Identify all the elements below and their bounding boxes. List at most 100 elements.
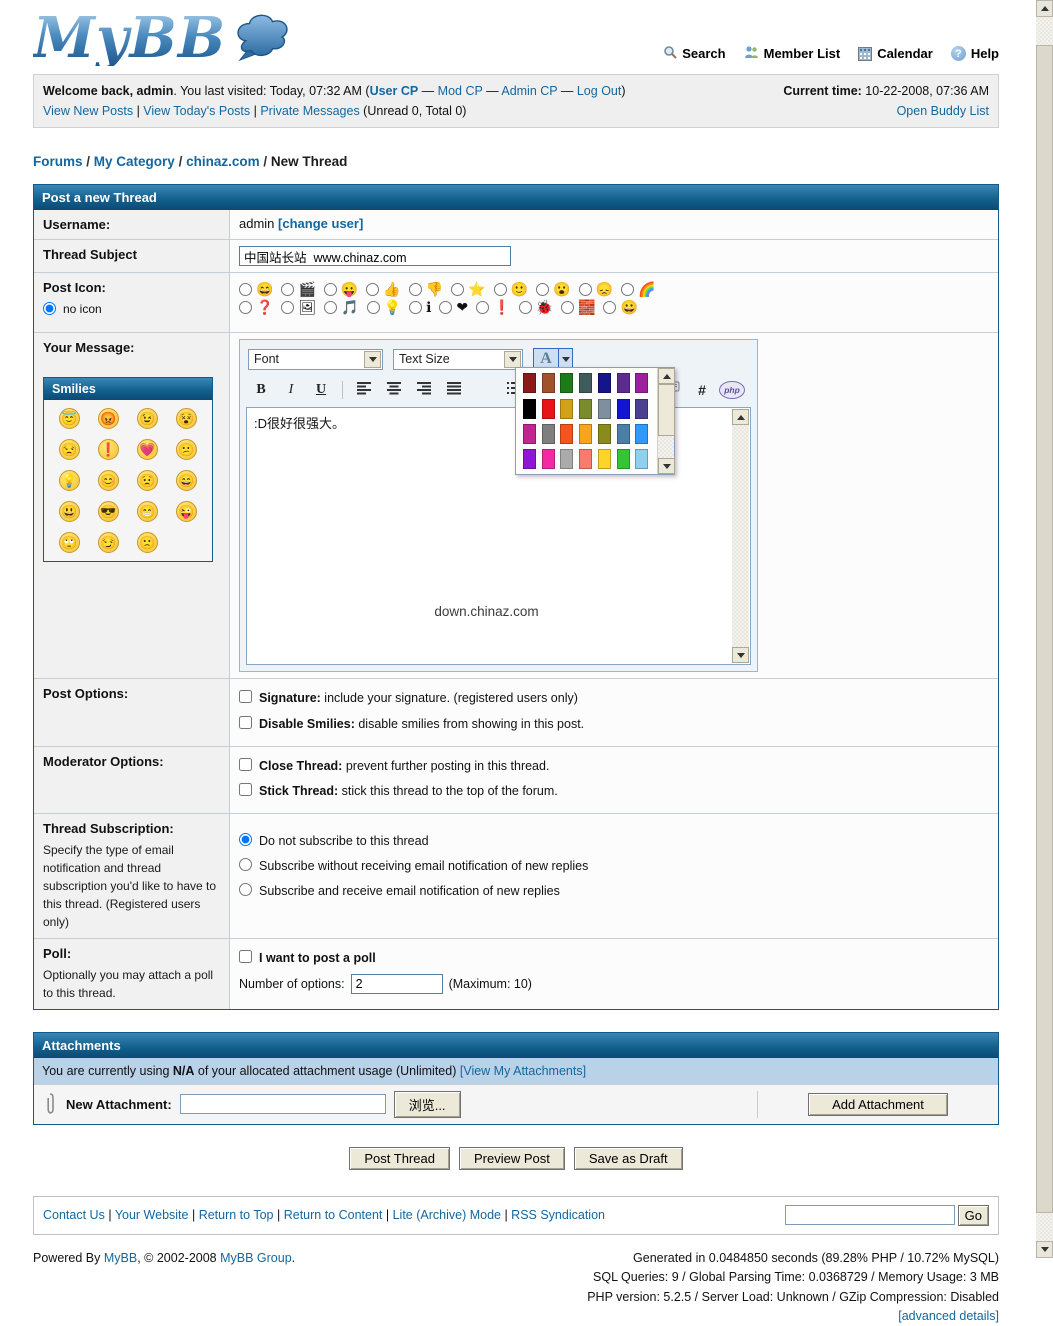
post-poll-checkbox[interactable] bbox=[239, 950, 252, 963]
mod-cp-link[interactable]: Mod CP bbox=[438, 84, 483, 98]
idea-smiley[interactable]: 💡 bbox=[59, 470, 80, 491]
color-swatch[interactable] bbox=[523, 449, 536, 469]
post-icon-radio[interactable] bbox=[494, 283, 507, 296]
admin-cp-link[interactable]: Admin CP bbox=[501, 84, 557, 98]
post-icon-radio[interactable] bbox=[476, 301, 489, 314]
post-icon-radio[interactable] bbox=[281, 283, 294, 296]
code-hash-icon[interactable]: # bbox=[687, 382, 717, 398]
color-swatch[interactable] bbox=[579, 373, 592, 393]
post-icon-radio[interactable] bbox=[366, 283, 379, 296]
view-my-attachments-link[interactable]: [View My Attachments] bbox=[460, 1064, 586, 1078]
view-todays-posts-link[interactable]: View Today's Posts bbox=[143, 104, 250, 118]
nav-help[interactable]: ? Help bbox=[951, 46, 999, 61]
post-icon-radio[interactable] bbox=[603, 301, 616, 314]
log-out-link[interactable]: Log Out bbox=[577, 84, 621, 98]
sad-smiley[interactable]: 🙁 bbox=[137, 532, 158, 553]
subscription-no-email-radio[interactable] bbox=[239, 858, 252, 871]
breadcrumb-link[interactable]: chinaz.com bbox=[186, 154, 260, 169]
color-swatch[interactable] bbox=[523, 399, 536, 419]
post-thread-button[interactable]: Post Thread bbox=[349, 1147, 450, 1170]
footer-link[interactable]: Return to Content bbox=[284, 1208, 383, 1222]
color-swatch[interactable] bbox=[579, 399, 592, 419]
palette-scroll-thumb[interactable] bbox=[658, 384, 675, 436]
color-swatch[interactable] bbox=[635, 373, 648, 393]
post-icon-radio[interactable] bbox=[621, 283, 634, 296]
exclamation-smiley[interactable]: ❗ bbox=[98, 439, 119, 460]
preview-post-button[interactable]: Preview Post bbox=[459, 1147, 565, 1170]
poll-num-input[interactable] bbox=[351, 974, 443, 994]
private-messages-link[interactable]: Private Messages bbox=[260, 104, 359, 118]
breadcrumb-link[interactable]: Forums bbox=[33, 154, 83, 169]
bold-button[interactable]: B bbox=[246, 382, 276, 398]
footer-link[interactable]: Return to Top bbox=[199, 1208, 274, 1222]
color-swatch[interactable] bbox=[635, 399, 648, 419]
post-icon-radio[interactable] bbox=[536, 283, 549, 296]
attachment-file-input[interactable] bbox=[180, 1094, 386, 1114]
moderator-option-checkbox[interactable] bbox=[239, 758, 252, 771]
color-swatch[interactable] bbox=[560, 449, 573, 469]
wink-smiley[interactable]: 😉 bbox=[137, 408, 158, 429]
blush-smiley[interactable]: 😊 bbox=[98, 470, 119, 491]
textarea-scrollbar[interactable] bbox=[732, 409, 749, 663]
color-swatch[interactable] bbox=[598, 449, 611, 469]
post-icon-radio[interactable] bbox=[324, 301, 337, 314]
page-scroll-down-icon[interactable] bbox=[1036, 1241, 1053, 1258]
page-scrollbar[interactable] bbox=[1036, 0, 1053, 1258]
add-attachment-button[interactable]: Add Attachment bbox=[808, 1093, 948, 1116]
post-option-checkbox[interactable] bbox=[239, 690, 252, 703]
post-icon-radio[interactable] bbox=[439, 301, 452, 314]
subscription-email-radio[interactable] bbox=[239, 883, 252, 896]
change-user-link[interactable]: [change user] bbox=[278, 216, 363, 231]
font-select[interactable]: Font bbox=[248, 349, 383, 370]
text-size-select[interactable]: Text Size bbox=[393, 349, 523, 370]
color-swatch[interactable] bbox=[542, 449, 555, 469]
color-swatch[interactable] bbox=[598, 424, 611, 444]
footer-link[interactable]: Your Website bbox=[115, 1208, 189, 1222]
view-new-posts-link[interactable]: View New Posts bbox=[43, 104, 133, 118]
footer-search-input[interactable] bbox=[785, 1205, 955, 1225]
post-icon-radio[interactable] bbox=[409, 283, 422, 296]
footer-link[interactable]: Contact Us bbox=[43, 1208, 105, 1222]
angry-smiley[interactable]: 😡 bbox=[98, 408, 119, 429]
nav-calendar[interactable]: Calendar bbox=[858, 46, 933, 61]
footer-link[interactable]: Lite (Archive) Mode bbox=[393, 1208, 501, 1222]
post-option-checkbox[interactable] bbox=[239, 716, 252, 729]
nav-search[interactable]: Search bbox=[663, 45, 725, 62]
browse-button[interactable]: 浏览... bbox=[394, 1091, 461, 1118]
smile-smiley[interactable]: 😃 bbox=[59, 501, 80, 522]
no-icon-radio[interactable] bbox=[43, 302, 56, 315]
color-swatch[interactable] bbox=[560, 399, 573, 419]
post-icon-radio[interactable] bbox=[367, 301, 380, 314]
footer-link[interactable]: RSS Syndication bbox=[511, 1208, 605, 1222]
post-icon-radio[interactable] bbox=[561, 301, 574, 314]
color-swatch[interactable] bbox=[542, 373, 555, 393]
post-icon-radio[interactable] bbox=[239, 301, 252, 314]
rolleyes-smiley[interactable]: 🙄 bbox=[59, 532, 80, 553]
php-icon[interactable]: php bbox=[717, 380, 747, 399]
align-left-icon[interactable] bbox=[349, 382, 379, 398]
save-as-draft-button[interactable]: Save as Draft bbox=[574, 1147, 683, 1170]
post-icon-radio[interactable] bbox=[281, 301, 294, 314]
color-swatch[interactable] bbox=[523, 424, 536, 444]
scroll-down-icon[interactable] bbox=[732, 647, 749, 663]
post-icon-radio[interactable] bbox=[409, 301, 422, 314]
align-center-icon[interactable] bbox=[379, 382, 409, 398]
palette-scrollbar[interactable] bbox=[657, 368, 674, 474]
color-swatch[interactable] bbox=[635, 424, 648, 444]
post-icon-radio[interactable] bbox=[451, 283, 464, 296]
open-buddy-list-link[interactable]: Open Buddy List bbox=[897, 104, 989, 118]
huh-smiley[interactable]: 😕 bbox=[176, 439, 197, 460]
shy-smiley[interactable]: 😏 bbox=[98, 532, 119, 553]
sleepy-smiley[interactable]: 😒 bbox=[59, 439, 80, 460]
color-swatch[interactable] bbox=[598, 373, 611, 393]
color-swatch[interactable] bbox=[617, 373, 630, 393]
scroll-up-icon[interactable] bbox=[732, 409, 749, 425]
user-cp-link[interactable]: User CP bbox=[370, 84, 419, 98]
color-swatch[interactable] bbox=[542, 399, 555, 419]
align-right-icon[interactable] bbox=[409, 382, 439, 398]
color-swatch[interactable] bbox=[617, 399, 630, 419]
color-swatch[interactable] bbox=[579, 449, 592, 469]
page-scroll-up-icon[interactable] bbox=[1036, 0, 1053, 17]
thread-subject-input[interactable] bbox=[239, 246, 511, 266]
palette-scroll-up-icon[interactable] bbox=[658, 368, 675, 384]
